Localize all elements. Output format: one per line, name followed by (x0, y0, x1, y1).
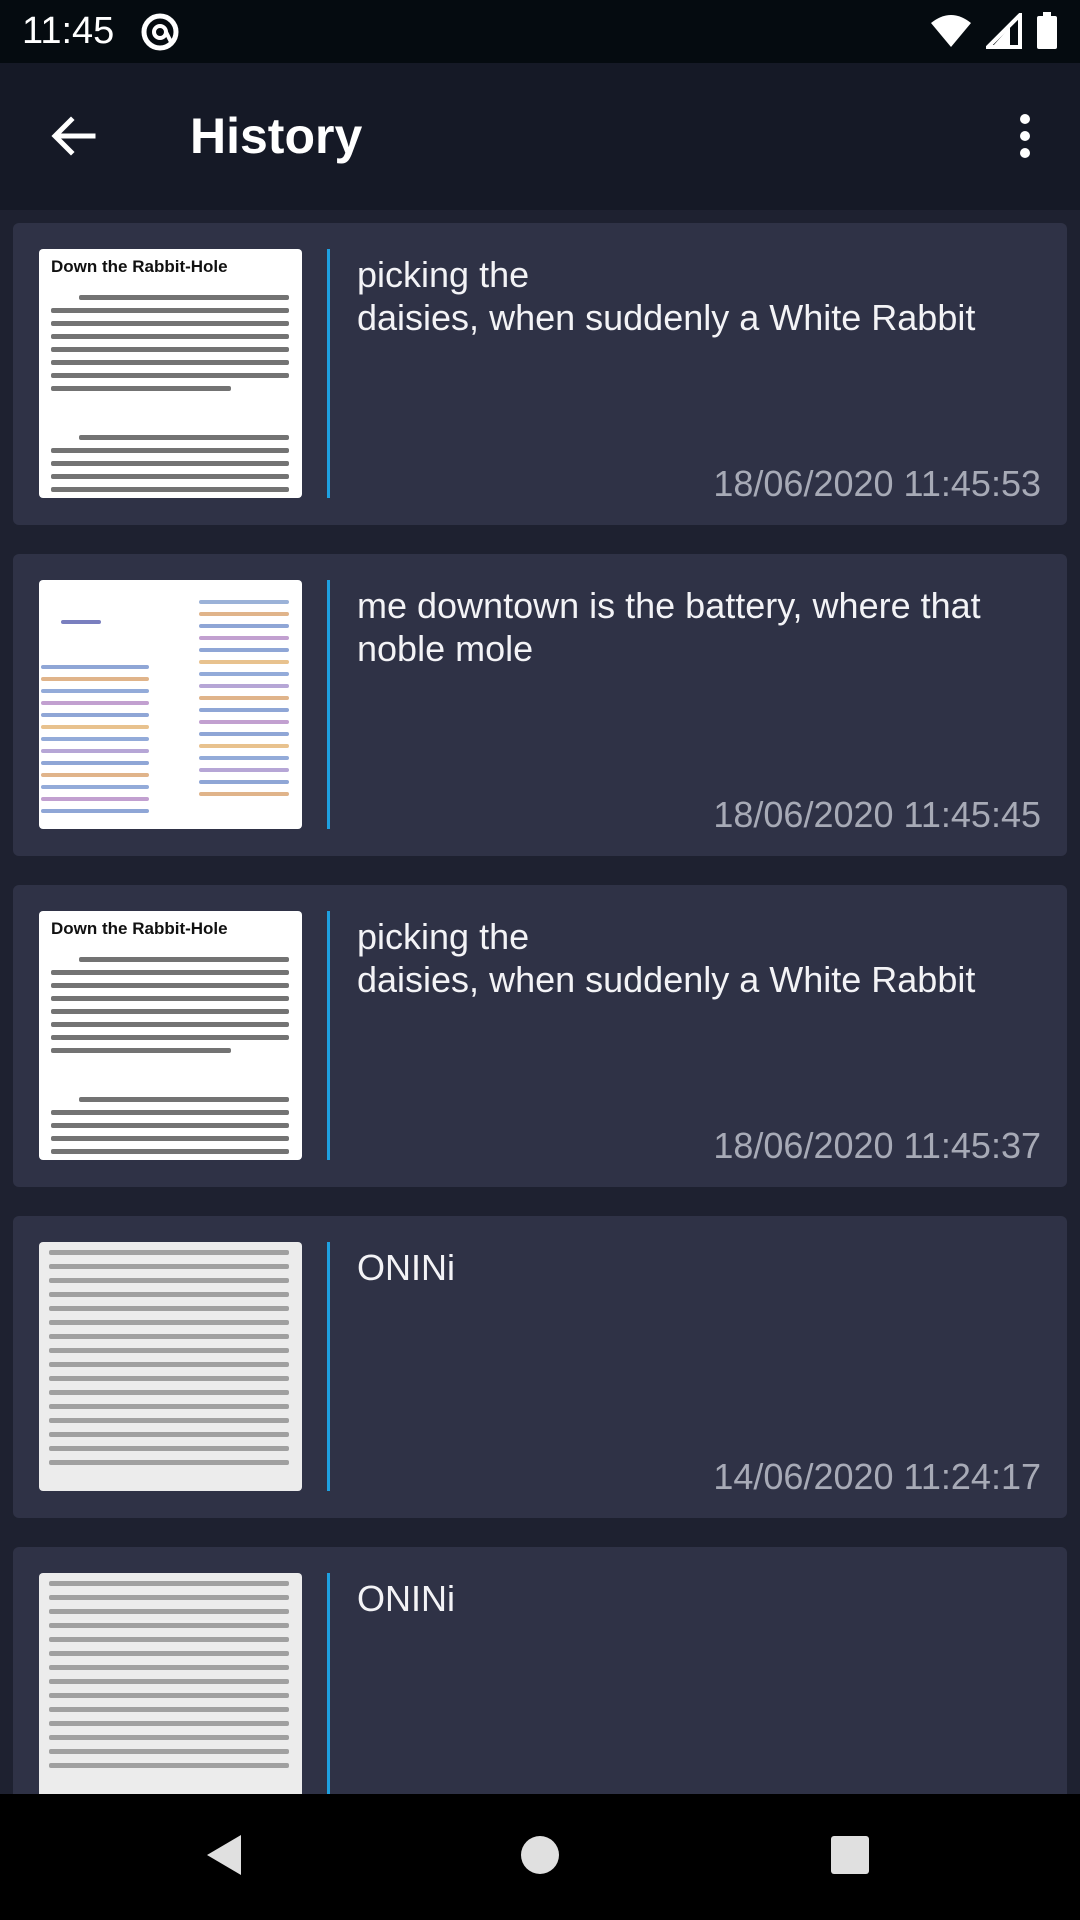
history-item[interactable]: Down the Rabbit-Hole picking the daisies… (13, 885, 1067, 1187)
timestamp: 18/06/2020 11:45:45 (713, 794, 1041, 835)
battery-icon (1036, 12, 1058, 55)
recognized-text: ONINi (357, 1247, 455, 1288)
history-item[interactable]: Down the Rabbit-Hole picking the daisies… (13, 223, 1067, 525)
thumbnail-doc-title: Down the Rabbit-Hole (51, 919, 228, 938)
accent-divider (327, 1242, 330, 1491)
scan-thumbnail: Down the Rabbit-Hole (39, 249, 302, 498)
status-bar: 11:45 (0, 0, 1080, 63)
history-item[interactable]: ONINi (13, 1547, 1067, 1794)
at-sign-notification-icon (140, 12, 180, 57)
square-recents-icon (829, 1834, 871, 1881)
more-vert-icon (1018, 113, 1032, 164)
more-options-button[interactable] (990, 103, 1060, 173)
history-item[interactable]: ONINi 14/06/2020 11:24:17 (13, 1216, 1067, 1518)
recognized-text: ONINi (357, 1578, 455, 1619)
accent-divider (327, 1573, 330, 1794)
timestamp: 18/06/2020 11:45:53 (713, 463, 1041, 504)
scan-thumbnail (39, 1242, 302, 1491)
nav-back-button[interactable] (194, 1827, 254, 1887)
accent-divider (327, 911, 330, 1160)
recognized-text: picking the daisies, when suddenly a Whi… (357, 254, 976, 338)
accent-divider (327, 249, 330, 498)
recognized-text: picking the daisies, when suddenly a Whi… (357, 916, 976, 1000)
cellular-signal-icon (983, 10, 1022, 54)
scan-thumbnail (39, 580, 302, 829)
arrow-back-icon (49, 112, 97, 165)
status-icons (930, 10, 1058, 55)
back-button[interactable] (38, 103, 108, 173)
scan-thumbnail: Down the Rabbit-Hole (39, 911, 302, 1160)
history-item[interactable]: me downtown is the battery, where that n… (13, 554, 1067, 856)
history-list[interactable]: Down the Rabbit-Hole picking the daisies… (0, 210, 1080, 1794)
page-title: History (190, 108, 363, 164)
system-nav-bar (0, 1794, 1080, 1920)
circle-home-icon (518, 1833, 562, 1882)
app-bar: History (0, 63, 1080, 210)
timestamp: 14/06/2020 11:24:17 (713, 1456, 1041, 1497)
wifi-icon (930, 13, 972, 54)
thumbnail-doc-title: Down the Rabbit-Hole (51, 257, 228, 276)
scan-thumbnail (39, 1573, 302, 1794)
triangle-back-icon (201, 1832, 247, 1883)
timestamp: 18/06/2020 11:45:37 (713, 1125, 1041, 1166)
nav-recents-button[interactable] (820, 1827, 880, 1887)
recognized-text: me downtown is the battery, where that n… (357, 585, 981, 669)
status-time: 11:45 (22, 10, 115, 52)
nav-home-button[interactable] (510, 1827, 570, 1887)
accent-divider (327, 580, 330, 829)
